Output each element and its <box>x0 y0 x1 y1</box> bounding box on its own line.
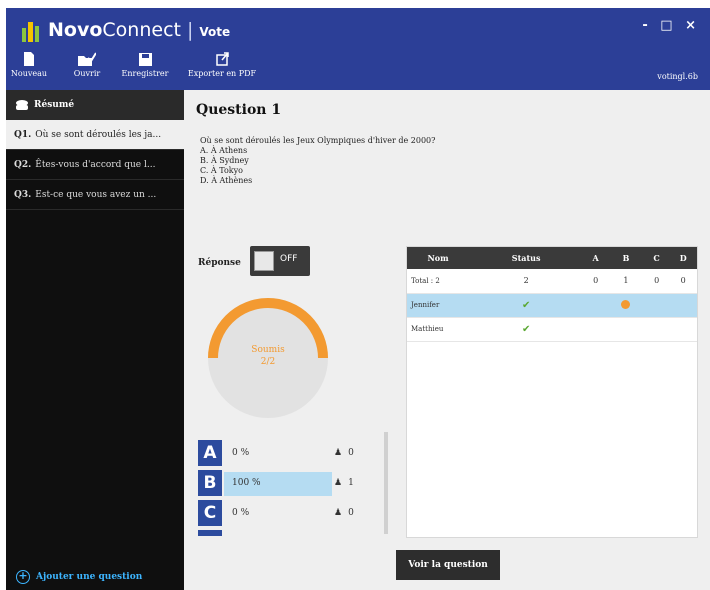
option-a: A. À Athens <box>200 146 248 155</box>
sidebar-summary[interactable]: Résumé <box>6 90 184 120</box>
option-b: B. À Sydney <box>200 156 249 165</box>
new-document-icon <box>24 52 34 66</box>
open-folder-icon <box>78 52 96 66</box>
sidebar-item-q1[interactable]: Q1. Où se sont déroulés les ja... <box>6 120 184 150</box>
table-header-row: Nom Status A B C D <box>407 247 697 269</box>
answer-row-a: A 0 % <box>198 440 332 468</box>
sidebar-item-q2[interactable]: Q2. Êtes-vous d'accord que l... <box>6 150 184 180</box>
app-title: NovoConnect | Vote <box>48 19 231 41</box>
save-button[interactable]: Enregistrer <box>118 48 172 90</box>
check-icon: ✔ <box>521 323 531 335</box>
person-icon: ♟ <box>334 478 343 488</box>
plus-icon: + <box>16 570 30 584</box>
export-pdf-button[interactable]: Exporter en PDF <box>182 48 262 90</box>
new-button[interactable]: Nouveau <box>6 48 52 90</box>
answer-count-b: ♟ 1 <box>334 478 354 488</box>
title-bar: NovoConnect | Vote - □ × Nouveau Ouvrir En… <box>6 8 710 90</box>
answer-count-c: ♟ 0 <box>334 508 354 518</box>
toggle-knob[interactable] <box>254 251 274 271</box>
novoconnect-logo-icon <box>22 22 39 42</box>
answers-scrollbar[interactable] <box>384 432 388 534</box>
answer-count-a: ♟ 0 <box>334 448 354 458</box>
view-question-button[interactable]: Voir la question <box>396 550 500 580</box>
response-toggle[interactable]: OFF <box>250 246 310 276</box>
sidebar: Résumé Q1. Où se sont déroulés les ja... … <box>6 90 184 590</box>
export-icon <box>215 52 229 66</box>
response-label: Réponse <box>198 258 241 268</box>
answer-row-b: B 100 % <box>198 470 332 498</box>
open-button[interactable]: Ouvrir <box>64 48 110 90</box>
save-icon <box>138 53 152 66</box>
summary-icon <box>16 100 28 110</box>
check-icon: ✔ <box>521 299 531 311</box>
person-icon: ♟ <box>334 448 343 458</box>
answer-row-d-partial <box>198 530 222 536</box>
toolbar: Nouveau Ouvrir Enregistrer Exporter en P… <box>6 48 710 90</box>
table-total-row: Total : 2 2 0 1 0 0 <box>407 269 697 294</box>
table-row[interactable]: Matthieu ✔ <box>407 317 697 342</box>
results-table: Nom Status A B C D Total : 2 2 0 1 0 0 J… <box>406 246 698 538</box>
add-question-button[interactable]: + Ajouter une question <box>16 570 142 584</box>
main-panel: Question 1 Où se sont déroulés les Jeux … <box>184 90 710 590</box>
answer-dot-icon <box>621 299 631 309</box>
user-label: votingl.6b <box>657 72 698 81</box>
option-c: C. À Tokyo <box>200 166 243 175</box>
option-d: D. À Athènes <box>200 176 253 185</box>
sidebar-item-q3[interactable]: Q3. Est-ce que vous avez un ... <box>6 180 184 210</box>
person-icon: ♟ <box>334 508 343 518</box>
question-text: Où se sont déroulés les Jeux Olympiques … <box>200 136 436 185</box>
answer-row-c: C 0 % <box>198 500 332 528</box>
gauge-label: Soumis 2/2 <box>251 345 285 367</box>
question-title: Question 1 <box>196 102 282 118</box>
table-row[interactable]: Jennifer ✔ <box>407 293 697 318</box>
window-controls[interactable]: - □ × <box>642 18 700 33</box>
